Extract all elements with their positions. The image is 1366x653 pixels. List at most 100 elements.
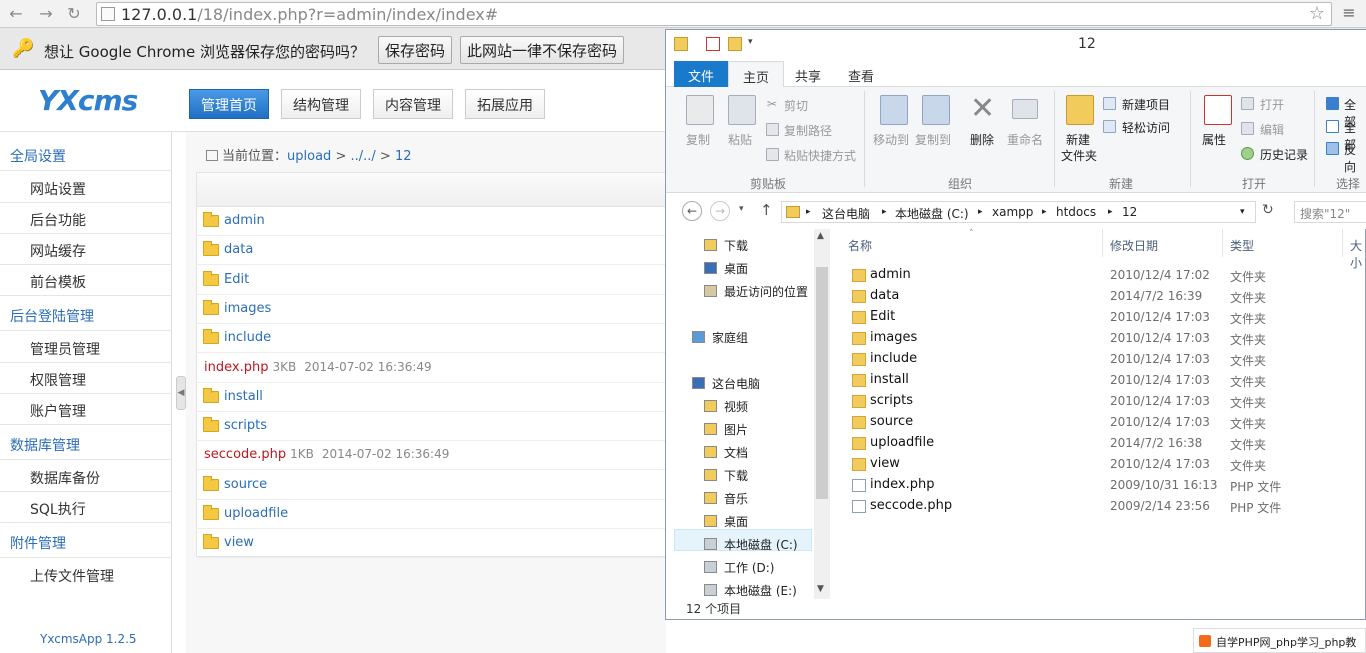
new-folder-icon[interactable]: [728, 37, 742, 51]
history-button[interactable]: 历史记录: [1260, 146, 1308, 163]
path-12[interactable]: 12: [1122, 205, 1137, 219]
nav-item-videos[interactable]: 视频: [724, 398, 748, 415]
file-name[interactable]: uploadfile: [224, 506, 288, 521]
nav-item-desktop[interactable]: 桌面: [724, 260, 748, 277]
new-item-button[interactable]: 新建项目: [1122, 96, 1170, 113]
list-item[interactable]: view 2010/12/4 17:03 文件夹: [848, 454, 1366, 475]
sidebar-item-permissions[interactable]: 权限管理: [30, 370, 86, 390]
file-link[interactable]: data: [224, 242, 253, 257]
new-folder-button[interactable]: 新建: [1066, 131, 1090, 148]
nav-scrollbar[interactable]: ▲ ▼: [814, 229, 830, 599]
properties-icon[interactable]: [706, 37, 720, 51]
file-link[interactable]: view: [224, 535, 254, 550]
file-name[interactable]: view: [224, 535, 254, 550]
tab-content[interactable]: 内容管理: [373, 89, 453, 119]
list-item[interactable]: source 2010/12/4 17:03 文件夹: [848, 412, 1366, 433]
path-xampp[interactable]: xampp: [992, 205, 1033, 219]
rename-button[interactable]: 重命名: [1007, 131, 1043, 148]
copy-button[interactable]: 复制: [686, 131, 710, 148]
tab-home[interactable]: 主页: [728, 61, 785, 87]
list-item[interactable]: Edit 2010/12/4 17:03 文件夹: [848, 307, 1366, 328]
column-divider[interactable]: [1222, 229, 1223, 257]
list-item[interactable]: scripts 2010/12/4 17:03 文件夹: [848, 391, 1366, 412]
file-link[interactable]: images: [224, 301, 271, 316]
nav-item-music[interactable]: 音乐: [724, 490, 748, 507]
table-row[interactable]: scripts: [197, 412, 667, 442]
nav-item-homegroup[interactable]: 家庭组: [712, 329, 748, 346]
nav-item-drive-e[interactable]: 本地磁盘 (E:): [724, 582, 797, 599]
file-name[interactable]: seccode.php: [204, 447, 286, 462]
nav-item-this-pc[interactable]: 这台电脑: [712, 375, 760, 392]
paste-button[interactable]: 粘贴: [728, 131, 752, 148]
save-password-button[interactable]: 保存密码: [378, 36, 453, 64]
new-folder-icon[interactable]: [1066, 95, 1094, 125]
scissors-icon[interactable]: ✂: [767, 97, 777, 111]
nav-item-recent[interactable]: 最近访问的位置: [724, 283, 808, 300]
edit-button[interactable]: 编辑: [1260, 121, 1284, 138]
table-row[interactable]: install: [197, 383, 667, 412]
file-link[interactable]: admin: [224, 213, 265, 228]
file-name[interactable]: Edit: [224, 272, 249, 287]
sidebar-item-accounts[interactable]: 账户管理: [30, 401, 86, 421]
select-all-icon[interactable]: [1326, 97, 1339, 110]
table-row[interactable]: Edit: [197, 266, 667, 295]
sidebar-item-backend-functions[interactable]: 后台功能: [30, 210, 86, 230]
sidebar-item-admins[interactable]: 管理员管理: [30, 339, 100, 359]
reload-icon[interactable]: ↻: [64, 4, 84, 24]
paste-shortcut-icon[interactable]: [766, 148, 779, 161]
sidebar-group-login[interactable]: 后台登陆管理: [10, 306, 94, 326]
new-folder-button-line2[interactable]: 文件夹: [1061, 147, 1097, 164]
tab-extensions[interactable]: 拓展应用: [465, 89, 545, 119]
table-row[interactable]: admin: [197, 207, 667, 236]
file-name[interactable]: index.php: [204, 360, 268, 375]
copy-to-button[interactable]: 复制到: [915, 131, 951, 148]
list-item[interactable]: uploadfile 2014/7/2 16:38 文件夹: [848, 433, 1366, 454]
explorer-back-icon[interactable]: ←: [682, 201, 702, 221]
file-name[interactable]: scripts: [224, 418, 267, 433]
new-item-icon[interactable]: [1103, 97, 1116, 110]
table-row[interactable]: images: [197, 295, 667, 324]
file-link[interactable]: index.php 3KB 2014-07-02 16:36:49: [204, 360, 432, 375]
copy-to-icon[interactable]: [922, 95, 950, 125]
url-text[interactable]: 127.0.0.1/18/index.php?r=admin/index/ind…: [121, 5, 498, 24]
column-divider[interactable]: [1102, 229, 1103, 257]
file-link[interactable]: Edit: [224, 272, 249, 287]
move-to-button[interactable]: 移动到: [873, 131, 909, 148]
table-row[interactable]: index.php 3KB 2014-07-02 16:36:49: [197, 354, 667, 383]
move-to-icon[interactable]: [880, 95, 908, 125]
path-htdocs[interactable]: htdocs: [1056, 205, 1096, 219]
nav-item-drive-c[interactable]: 本地磁盘 (C:): [724, 536, 798, 553]
nav-item-desktop[interactable]: 桌面: [724, 513, 748, 530]
open-icon[interactable]: [1241, 97, 1254, 110]
file-link[interactable]: include: [224, 330, 271, 345]
list-item[interactable]: images 2010/12/4 17:03 文件夹: [848, 328, 1366, 349]
explorer-forward-icon[interactable]: →: [710, 201, 730, 221]
list-item[interactable]: seccode.php 2009/2/14 23:56 PHP 文件: [848, 496, 1366, 517]
list-item[interactable]: admin 2010/12/4 17:02 文件夹: [848, 265, 1366, 286]
list-item[interactable]: index.php 2009/10/31 16:13 PHP 文件: [848, 475, 1366, 496]
delete-icon[interactable]: ✕: [970, 91, 995, 126]
copy-path-button[interactable]: 复制路径: [784, 122, 832, 139]
edit-icon[interactable]: [1241, 122, 1254, 135]
easy-access-button[interactable]: 轻松访问: [1122, 119, 1170, 136]
list-item[interactable]: include 2010/12/4 17:03 文件夹: [848, 349, 1366, 370]
file-name[interactable]: source: [224, 477, 267, 492]
properties-button[interactable]: 属性: [1202, 131, 1226, 148]
select-none-icon[interactable]: [1326, 120, 1339, 133]
rename-icon[interactable]: [1012, 99, 1038, 119]
breadcrumb-parent[interactable]: ../../: [350, 149, 375, 164]
nav-item-drive-d[interactable]: 工作 (D:): [724, 559, 774, 576]
invert-selection-icon[interactable]: [1326, 142, 1339, 155]
table-row[interactable]: include: [197, 324, 667, 354]
path-box[interactable]: ▸ 这台电脑 ▸ 本地磁盘 (C:) ▸ xampp ▸ htdocs ▸ 12…: [781, 201, 1256, 223]
back-arrow-icon[interactable]: ←: [6, 4, 26, 24]
copy-icon[interactable]: [686, 95, 714, 125]
column-name[interactable]: 名称: [848, 237, 872, 254]
dropdown-icon[interactable]: ▾: [748, 37, 762, 51]
file-link[interactable]: seccode.php 1KB 2014-07-02 16:36:49: [204, 447, 449, 462]
column-divider[interactable]: [1342, 229, 1343, 257]
cut-button[interactable]: 剪切: [784, 97, 808, 114]
refresh-icon[interactable]: ↻: [1262, 202, 1280, 222]
nav-item-downloads[interactable]: 下载: [724, 467, 748, 484]
sidebar-group-attachments[interactable]: 附件管理: [10, 533, 66, 553]
